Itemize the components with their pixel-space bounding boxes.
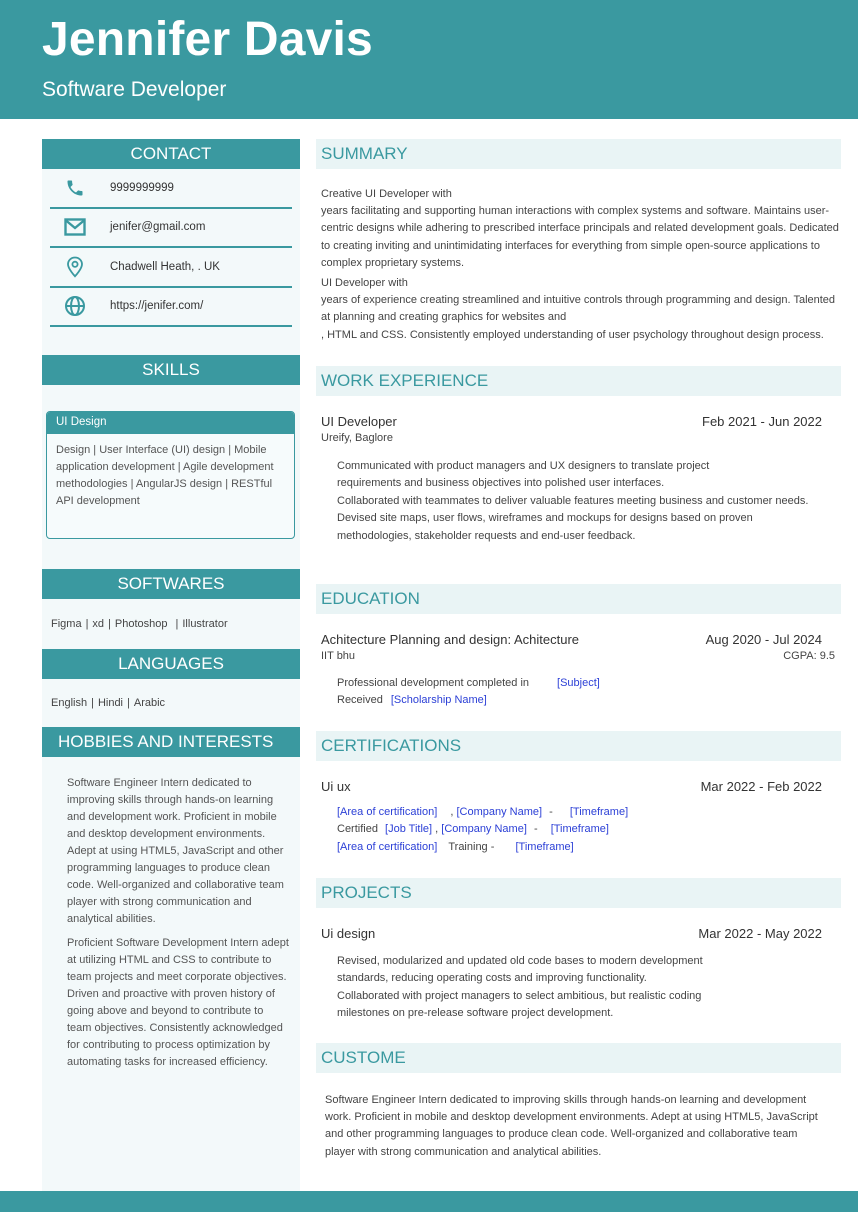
globe-icon: [50, 295, 100, 317]
resume-header: Jennifer Davis Software Developer: [0, 0, 858, 119]
skill-group-title: UI Design: [47, 412, 294, 434]
job-title-placeholder: [Job Title]: [385, 823, 433, 836]
project-bullet: Revised, modularized and updated old cod…: [337, 955, 703, 985]
scholarship-placeholder: [Scholarship Name]: [390, 694, 487, 707]
project-bullets: Revised, modularized and updated old cod…: [337, 953, 747, 1023]
language-item: Hindi: [97, 697, 124, 709]
separator: ,: [435, 823, 439, 836]
software-item: xd: [92, 618, 105, 630]
company-placeholder: [Company Name]: [456, 806, 543, 818]
education-detail-text: Professional development completed in: [337, 677, 530, 689]
hobbies-heading: HOBBIES AND INTERESTS: [42, 727, 300, 757]
subject-placeholder: [Subject]: [557, 677, 600, 689]
contact-phone-text[interactable]: 9999999999: [100, 182, 174, 194]
resume-footer: [0, 1191, 858, 1212]
company-placeholder: [Company Name]: [441, 823, 527, 836]
language-item: Arabic: [133, 697, 166, 709]
skills-heading: SKILLS: [42, 355, 300, 385]
work-dates: Feb 2021 - Jun 2022: [702, 414, 822, 429]
area-placeholder: [Area of certification]: [337, 840, 438, 853]
project-bullet: Collaborated with project managers to se…: [337, 989, 702, 1020]
contact-heading: CONTACT: [42, 139, 300, 169]
area-placeholder: [Area of certification]: [337, 806, 438, 818]
summary-line: Creative UI Developer with: [321, 188, 452, 200]
software-item: Figma: [51, 618, 82, 630]
certification-details: [Area of certification] , [Company Name]…: [337, 804, 628, 856]
work-company: Ureify, Baglore: [321, 432, 393, 444]
education-gpa: CGPA: 9.5: [783, 650, 835, 662]
summary-line: years facilitating and supporting human …: [321, 205, 839, 269]
education-heading: EDUCATION: [316, 584, 841, 614]
location-icon: [50, 256, 100, 278]
candidate-role: Software Developer: [42, 78, 227, 101]
sidebar: CONTACT 9999999999 jenifer@gmail.com Cha…: [42, 139, 300, 1191]
summary-text: Creative UI Developer with years facilit…: [321, 186, 841, 344]
certification-name: Ui ux: [321, 779, 351, 794]
softwares-heading: SOFTWARES: [42, 569, 300, 599]
summary-heading: SUMMARY: [316, 139, 841, 169]
education-detail-text: Received: [337, 694, 383, 707]
certified-label: Certified: [337, 823, 378, 836]
language-item: English: [51, 697, 88, 709]
education-degree: Achitecture Planning and design: Achitec…: [321, 632, 580, 647]
education-school: IIT bhu: [321, 650, 356, 662]
contact-email-text[interactable]: jenifer@gmail.com: [100, 221, 205, 233]
certifications-heading: CERTIFICATIONS: [316, 731, 841, 761]
hobby-paragraph: Software Engineer Intern dedicated to im…: [67, 777, 284, 925]
separator: -: [533, 823, 538, 836]
work-bullets: Communicated with product managers and U…: [337, 458, 817, 545]
phone-icon: [50, 178, 100, 198]
timeframe-placeholder: [Timeframe]: [569, 806, 629, 818]
languages-heading: LANGUAGES: [42, 649, 300, 679]
skill-group-body: Design | User Interface (UI) design | Mo…: [56, 444, 274, 507]
work-bullet: Devised site maps, user flows, wireframe…: [337, 512, 753, 542]
work-bullet: Collaborated with teammates to deliver v…: [337, 494, 809, 507]
languages-list: English | Hindi | Arabic: [51, 697, 166, 709]
timeframe-placeholder: [Timeframe]: [515, 840, 574, 853]
work-heading: WORK EXPERIENCE: [316, 366, 841, 396]
contact-website: https://jenifer.com/: [50, 288, 292, 327]
skill-group: UI Design Design | User Interface (UI) d…: [46, 411, 295, 539]
contact-email: jenifer@gmail.com: [50, 209, 292, 248]
summary-line: , HTML and CSS. Consistently employed un…: [321, 328, 824, 341]
project-name: Ui design: [321, 926, 376, 941]
softwares-list: Figma | xd | Photoshop | Illustrator: [51, 618, 228, 630]
work-bullet: Communicated with product managers and U…: [337, 460, 710, 490]
timeframe-placeholder: [Timeframe]: [550, 823, 609, 836]
work-role: UI Developer: [321, 414, 397, 429]
separator: ,: [450, 806, 454, 818]
certification-dates: Mar 2022 - Feb 2022: [700, 779, 822, 794]
projects-heading: PROJECTS: [316, 878, 841, 908]
summary-line: years of experience creating streamlined…: [321, 294, 836, 324]
custom-heading: CUSTOME: [316, 1043, 841, 1073]
contact-website-text[interactable]: https://jenifer.com/: [100, 300, 203, 312]
education-details: Professional development completed in [Su…: [337, 675, 600, 710]
candidate-name: Jennifer Davis: [42, 13, 373, 66]
custom-text: Software Engineer Intern dedicated to im…: [325, 1094, 818, 1158]
training-label: Training -: [448, 840, 495, 853]
project-dates: Mar 2022 - May 2022: [698, 926, 822, 941]
hobby-paragraph: Proficient Software Development Intern a…: [67, 937, 289, 1068]
separator: -: [549, 806, 553, 818]
contact-phone: 9999999999: [50, 169, 292, 209]
contact-location: Chadwell Heath, . UK: [50, 248, 292, 288]
software-item: Illustrator: [182, 618, 228, 630]
software-item: Photoshop: [114, 618, 168, 630]
contact-location-text: Chadwell Heath, . UK: [110, 260, 220, 273]
summary-line: UI Developer with: [321, 277, 408, 290]
mail-icon: [50, 218, 100, 236]
contact-list: 9999999999 jenifer@gmail.com Chadwell He…: [42, 169, 300, 327]
education-dates: Aug 2020 - Jul 2024: [705, 632, 822, 647]
